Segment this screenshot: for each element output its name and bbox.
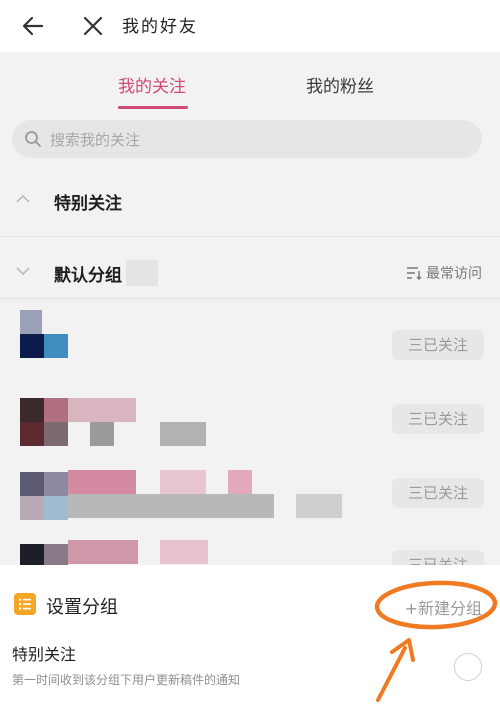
set-group-sheet: 设置分组 +新建分组 特别关注 第一时间收到该分组下用户更新稿件的通知 — [0, 565, 500, 707]
sort-label: 最常访问 — [426, 266, 482, 282]
group-default[interactable]: 默认分组 最常访问 — [0, 248, 500, 298]
tab-fans[interactable]: 我的粉丝 — [306, 72, 374, 97]
list-item[interactable]: 三已关注 — [0, 304, 500, 378]
group-name: 默认分组 — [54, 266, 122, 286]
blurred-count — [126, 260, 158, 286]
divider — [0, 298, 500, 299]
back-arrow-icon[interactable] — [18, 11, 48, 41]
blurred-name — [68, 540, 138, 564]
avatar — [20, 398, 68, 446]
group-option-title[interactable]: 特别关注 — [12, 641, 76, 665]
list-item[interactable]: 三已关注 — [0, 392, 500, 466]
active-tab-indicator — [118, 106, 188, 109]
new-group-button[interactable]: +新建分组 — [405, 595, 482, 619]
search-placeholder: 搜索我的关注 — [50, 131, 141, 149]
sort-button[interactable]: 最常访问 — [406, 263, 482, 283]
group-name: 特别关注 — [54, 194, 122, 214]
group-option-description: 第一时间收到该分组下用户更新稿件的通知 — [12, 673, 241, 687]
follow-status-button[interactable]: 三已关注 — [392, 404, 484, 434]
group-option-radio[interactable] — [454, 653, 482, 681]
group-special[interactable]: 特别关注 — [0, 176, 500, 226]
avatar — [20, 544, 68, 565]
avatar — [20, 310, 68, 358]
group-list-icon — [14, 593, 36, 615]
sort-icon — [407, 267, 422, 280]
search-input[interactable]: 搜索我的关注 — [12, 120, 482, 158]
follow-status-button[interactable]: 三已关注 — [392, 550, 484, 565]
close-icon[interactable] — [78, 11, 108, 41]
blurred-name — [68, 398, 136, 422]
list-item[interactable]: 三已关注 — [0, 466, 500, 540]
tab-bar: 我的关注 我的粉丝 — [0, 52, 500, 112]
divider — [0, 236, 500, 237]
chevron-up-icon — [16, 194, 30, 203]
chevron-down-icon — [16, 267, 30, 276]
page-title: 我的好友 — [122, 17, 198, 37]
follow-status-button[interactable]: 三已关注 — [392, 478, 484, 508]
avatar — [20, 472, 68, 520]
follow-list-page: 我的关注 我的粉丝 搜索我的关注 特别关注 默认分组 最常访问 三已关注 三已关… — [0, 52, 500, 565]
search-icon — [25, 131, 41, 147]
list-item[interactable]: 三已关注 — [0, 538, 500, 565]
sheet-title: 设置分组 — [46, 597, 118, 618]
top-bar: 我的好友 — [0, 0, 500, 52]
blurred-name — [68, 470, 136, 494]
follow-status-button[interactable]: 三已关注 — [392, 330, 484, 360]
tab-following[interactable]: 我的关注 — [118, 72, 186, 97]
